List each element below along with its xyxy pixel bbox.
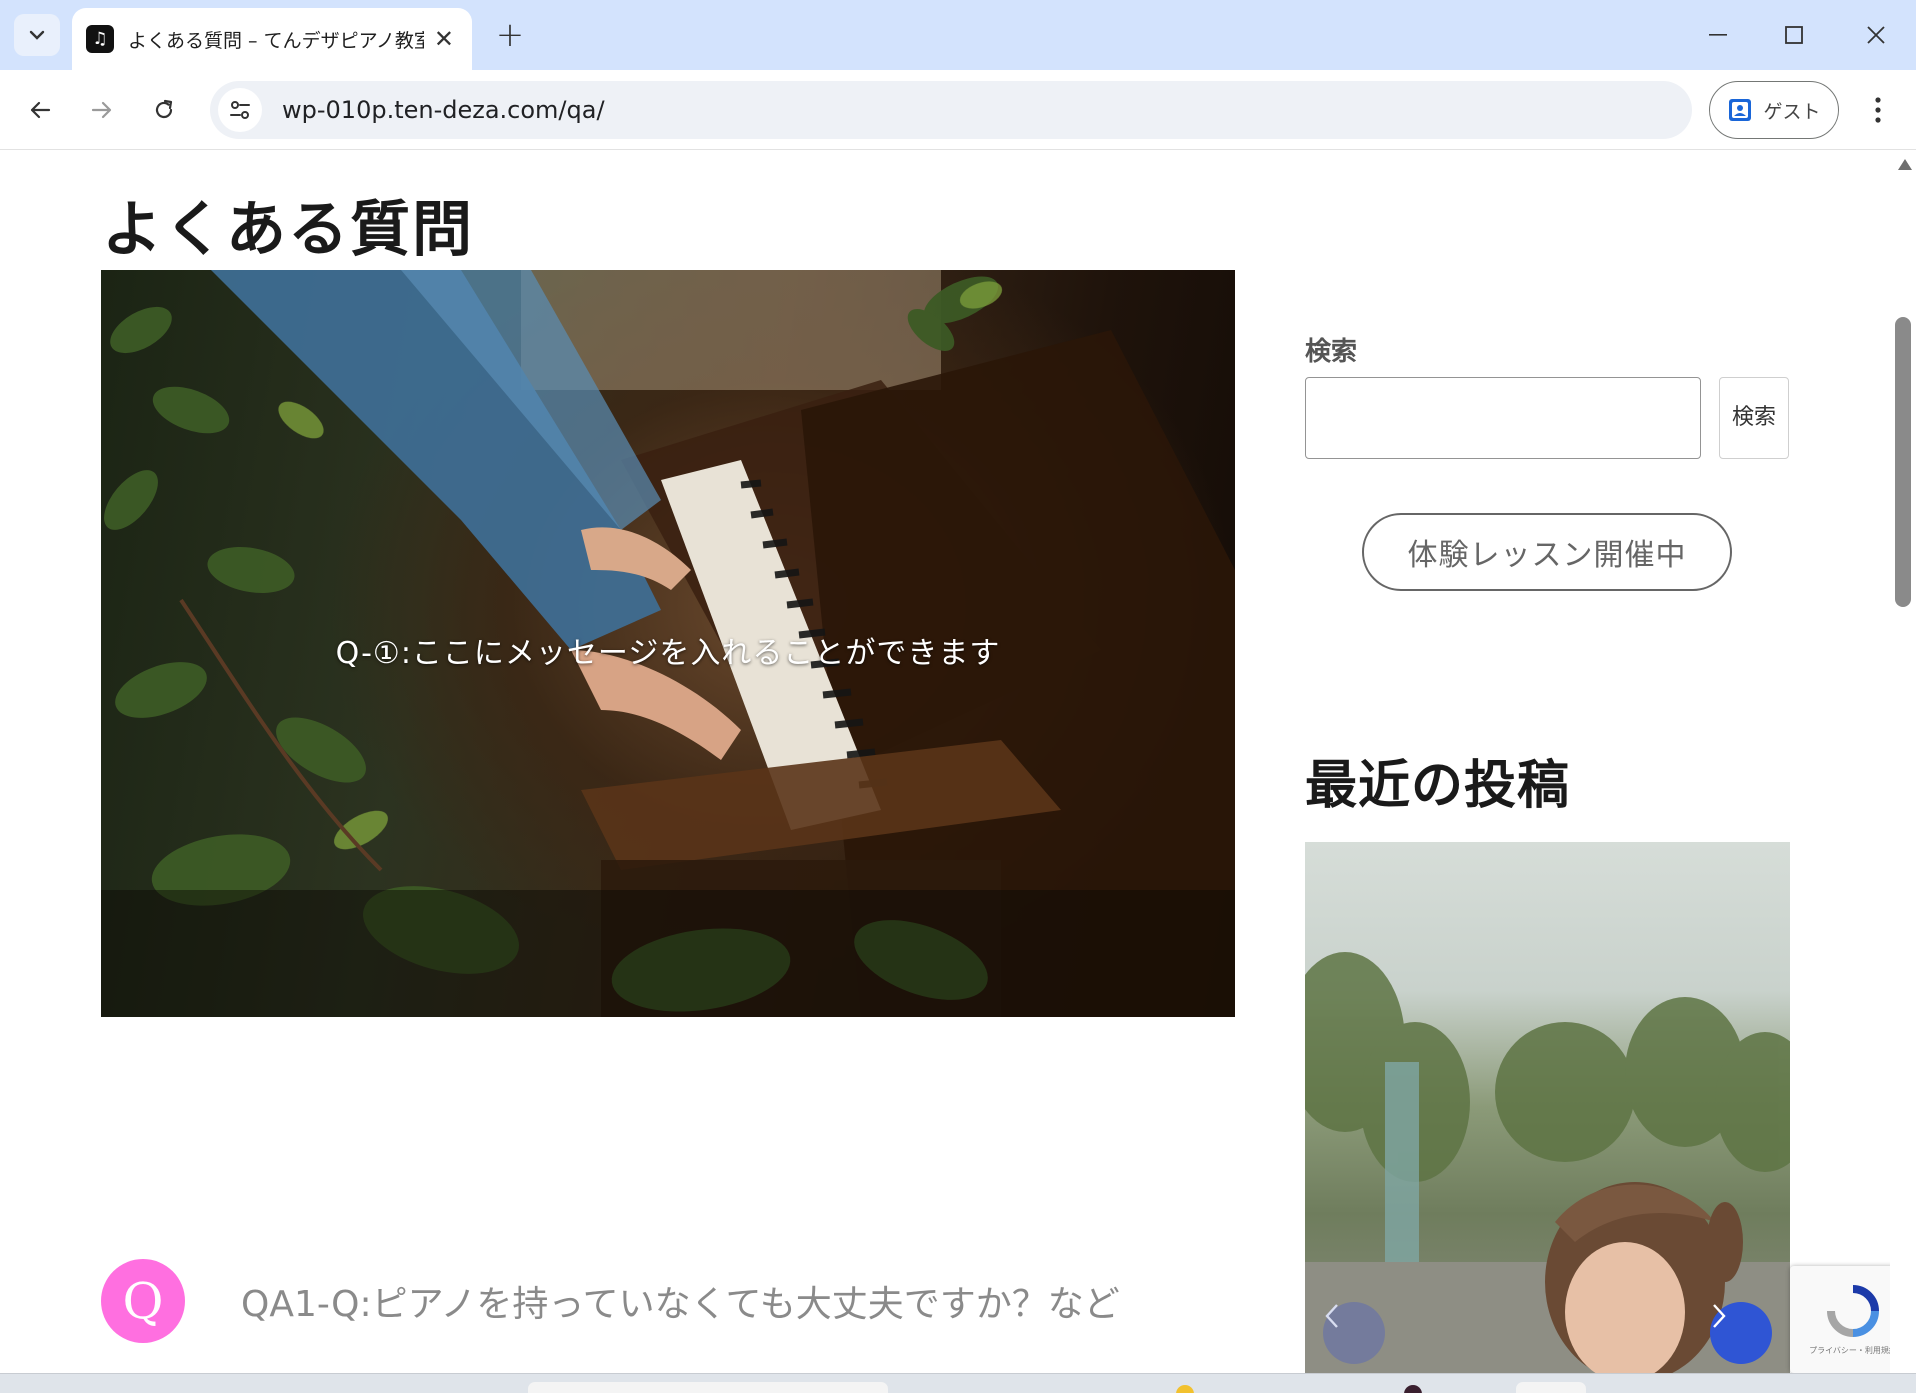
girl-outdoor-photo-illustration (1305, 952, 1790, 1373)
taskbar-search-box[interactable] (528, 1382, 888, 1393)
tune-icon (230, 101, 250, 119)
new-tab-button[interactable]: + (492, 14, 528, 56)
os-taskbar (0, 1373, 1916, 1393)
hero-caption: Q-①:ここにメッセージを入れることができます (335, 636, 1001, 671)
url-text[interactable]: wp-010p.ten-deza.com/qa/ (282, 96, 605, 124)
music-note-icon: ♫ (86, 25, 114, 53)
maximize-icon (1785, 26, 1803, 44)
search-button[interactable]: 検索 (1719, 377, 1789, 459)
chevron-right-icon (1713, 1304, 1726, 1328)
recaptcha-icon (1827, 1285, 1879, 1337)
reload-button[interactable] (142, 88, 186, 132)
site-info-button[interactable] (218, 88, 262, 132)
recaptcha-text[interactable]: プライバシー・利用規約 (1809, 1345, 1897, 1356)
recent-posts-title: 最近の投稿 (1305, 756, 1571, 816)
qa-item[interactable]: Q QA1-Q:ピアノを持っていなくても大丈夫ですか？など (101, 1259, 1235, 1343)
slider-prev-button[interactable] (1323, 1302, 1385, 1364)
trial-lesson-button[interactable]: 体験レッスン開催中 (1362, 513, 1732, 591)
back-button[interactable] (18, 88, 62, 132)
address-bar[interactable]: wp-010p.ten-deza.com/qa/ (210, 81, 1692, 139)
close-icon (1867, 26, 1885, 44)
profile-label: ゲスト (1763, 100, 1821, 123)
page-scrollbar[interactable] (1890, 151, 1916, 1373)
hero-image-piano: Q-①:ここにメッセージを入れることができます (101, 270, 1235, 1017)
slider-next-button[interactable] (1710, 1302, 1772, 1364)
browser-tab-active[interactable]: ♫ よくある質問 – てんデザピアノ教室♪ ✕ (72, 8, 472, 70)
qa-q-badge: Q (101, 1259, 185, 1343)
arrow-left-icon (30, 101, 51, 119)
chevron-down-icon (29, 30, 45, 40)
taskbar-app-icon[interactable] (1404, 1385, 1422, 1393)
close-tab-icon[interactable]: ✕ (434, 25, 454, 53)
more-vert-icon (1875, 97, 1881, 123)
arrow-right-icon (91, 101, 112, 119)
forward-button[interactable] (80, 88, 124, 132)
window-close-button[interactable] (1846, 12, 1906, 58)
tab-title: よくある質問 – てんデザピアノ教室♪ (128, 29, 424, 52)
taskbar-active-app[interactable] (1516, 1382, 1586, 1393)
browser-toolbar: wp-010p.ten-deza.com/qa/ ゲスト (0, 70, 1916, 150)
maximize-button[interactable] (1764, 12, 1824, 58)
minimize-button[interactable] (1688, 12, 1748, 58)
scrollbar-thumb[interactable] (1895, 317, 1911, 607)
recent-posts-slider[interactable] (1305, 842, 1790, 1373)
browser-tab-strip: ♫ よくある質問 – てんデザピアノ教室♪ ✕ + (0, 0, 1916, 70)
search-input[interactable] (1305, 377, 1701, 459)
page-title: よくある質問 (102, 195, 474, 265)
scroll-up-arrow-icon[interactable] (1898, 159, 1912, 170)
search-label: 検索 (1305, 337, 1358, 367)
profile-button[interactable]: ゲスト (1709, 81, 1839, 139)
tab-search-dropdown[interactable] (14, 14, 60, 56)
minimize-icon (1709, 34, 1727, 36)
reload-icon (155, 99, 173, 119)
web-page: よくある質問 Q-①:ここにメッセージを入れることができます Q QA1-Q:ピ… (0, 151, 1916, 1373)
qa-question[interactable]: QA1-Q:ピアノを持っていなくても大丈夫ですか？など (241, 1275, 1120, 1327)
person-icon (1729, 99, 1752, 121)
taskbar-app-icon[interactable] (1176, 1385, 1194, 1393)
browser-menu-button[interactable] (1858, 88, 1898, 132)
chevron-left-icon (1325, 1304, 1338, 1328)
